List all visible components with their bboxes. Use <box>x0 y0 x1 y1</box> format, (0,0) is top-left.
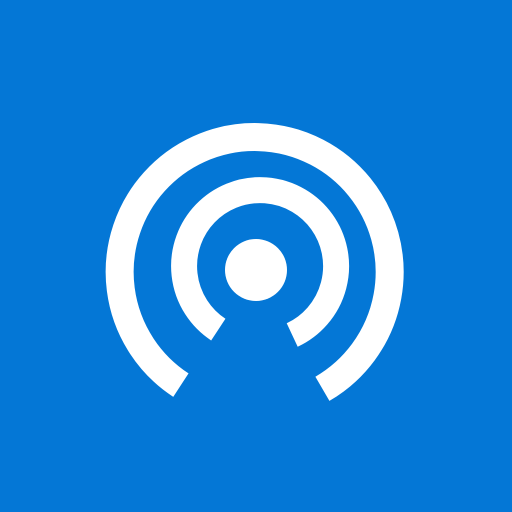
app-icon-tile <box>0 0 512 512</box>
center-dot <box>225 239 287 301</box>
broadcast-antenna-icon <box>105 123 404 401</box>
